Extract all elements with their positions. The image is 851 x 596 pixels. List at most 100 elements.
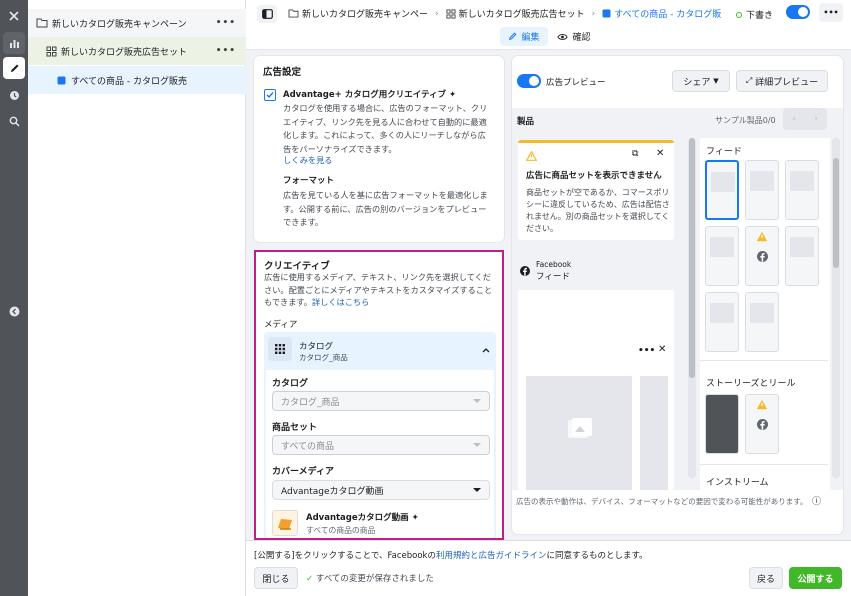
fb-label-text: Facebook	[536, 260, 572, 269]
pencil-icon	[509, 32, 517, 41]
format-desc: 広告を見ている人を基に広告フォーマットを最適化します。公開する前に、広告の別のバ…	[283, 190, 488, 227]
creative-learn-more-link[interactable]: 詳しくはこちら	[312, 297, 369, 307]
caret-down-icon: ▼	[713, 77, 719, 85]
draft-status-icon	[736, 11, 742, 18]
close-button[interactable]: 閉じる	[254, 567, 298, 589]
check-icon: ✓	[306, 574, 314, 584]
placement-thumb-feed-8[interactable]	[745, 292, 779, 352]
status-toggle[interactable]	[786, 5, 810, 19]
creative-desc: 広告に使用するメディア、テキスト、リンク先を選択してください。配置ごとにメディア…	[264, 271, 496, 309]
breadcrumb-campaign[interactable]: 新しいカタログ販売キャンペー	[302, 7, 428, 20]
breadcrumb: 新しいカタログ販売キャンペー › 新しいカタログ販売広告セット › すべての商品…	[288, 7, 721, 20]
chevron-right-icon: ›	[591, 8, 596, 19]
more-options-icon[interactable]: •••	[638, 346, 655, 356]
placement-thumb-stories-1[interactable]	[705, 394, 739, 454]
right-scrollbar[interactable]	[832, 138, 840, 478]
close-icon[interactable]: ✕	[656, 148, 664, 159]
more-options-icon[interactable]: •••	[216, 18, 236, 28]
save-status: ✓ すべての変更が保存されました	[306, 572, 434, 584]
more-options-icon[interactable]: •••	[216, 46, 236, 56]
breadcrumb-adset[interactable]: 新しいカタログ販売広告セット	[459, 7, 585, 20]
placement-list: フィード ストーリーズとリール インストリーム	[700, 138, 830, 490]
close-icon[interactable]	[3, 5, 25, 27]
eye-icon	[557, 33, 569, 40]
preview-toggle-label: 広告プレビュー	[546, 78, 606, 88]
placement-thumb-feed-5[interactable]	[745, 226, 779, 286]
campaign-tree: 新しいカタログ販売キャンペーン ••• 新しいカタログ販売広告セット ••• す…	[28, 0, 246, 596]
error-card: ⧉ ✕ 広告に商品セットを表示できません 商品セットが空であるか、コマースポリシ…	[518, 140, 674, 240]
cover-media-value: Advantageカタログ動画	[281, 486, 384, 497]
placement-thumb-feed-1[interactable]	[705, 160, 739, 220]
more-options-button[interactable]: •••	[819, 3, 843, 22]
folder-icon	[36, 18, 48, 28]
search-zoom-icon[interactable]	[3, 110, 25, 132]
ad-settings-card: 広告設定 Advantage+ カタログ用クリエイティブ ✦ カタログを使用する…	[254, 56, 504, 242]
tree-label-adset: 新しいカタログ販売広告セット	[61, 47, 188, 58]
terms-prefix: [公開する]をクリックすることで、Facebookの	[254, 551, 436, 561]
product-set-value: すべての商品	[281, 441, 335, 452]
creative-heading: クリエイティブ	[264, 261, 330, 272]
tree-label-ad: すべての商品 - カタログ販売	[71, 76, 187, 87]
catalog-select[interactable]: カタログ_商品	[272, 391, 490, 411]
placement-thumb-feed-6[interactable]	[785, 226, 819, 286]
fb-feed-text: フィード	[536, 272, 570, 282]
detail-preview-button[interactable]: ⤢ 詳細プレビュー	[736, 70, 828, 92]
tree-item-ad[interactable]: すべての商品 - カタログ販売	[28, 66, 246, 94]
advantage-title-text: Advantage+ カタログ用クリエイティブ	[283, 90, 447, 100]
info-icon[interactable]: ⓘ	[812, 494, 821, 507]
product-set-select[interactable]: すべての商品	[272, 435, 490, 455]
placement-thumb-feed-3[interactable]	[785, 160, 819, 220]
status-badge: 下書き	[736, 8, 773, 21]
share-button[interactable]: シェア ▼	[672, 70, 730, 92]
collapse-icon[interactable]	[3, 300, 25, 322]
learn-more-link[interactable]: しくみを見る	[283, 154, 332, 166]
publish-label: 公開する	[797, 574, 834, 585]
panel-toggle-icon[interactable]	[257, 5, 277, 23]
catalog-grid-icon	[268, 337, 292, 361]
preview-footer-note: 広告の表示や動作は、デバイス、フォーマットなどの要因で変わる可能性があります。	[516, 497, 808, 506]
terms-link[interactable]: 利用規約と広告ガイドライン	[436, 551, 547, 561]
products-label: 製品	[517, 117, 535, 127]
back-button[interactable]: 戻る	[749, 567, 783, 589]
ad-icon	[57, 76, 66, 84]
sample-pager: ‹ ›	[783, 108, 827, 130]
bottom-bar: [公開する]をクリックすることで、Facebookの利用規約と広告ガイドラインに…	[246, 540, 851, 596]
edit-pencil-icon[interactable]	[3, 57, 25, 79]
placement-thumb-feed-4[interactable]	[705, 226, 739, 286]
cover-media-select[interactable]: Advantageカタログ動画	[272, 480, 490, 500]
stories-section-title: ストーリーズとリール	[706, 379, 796, 389]
chevron-up-icon[interactable]	[482, 347, 490, 353]
media-body: カタログ カタログ_商品 商品セット すべての商品 カバーメディア Advant…	[266, 370, 494, 538]
media-subtitle: カタログ_商品	[299, 353, 348, 362]
facebook-icon	[520, 266, 530, 276]
breadcrumb-ad[interactable]: すべての商品 - カタログ販	[614, 7, 721, 20]
close-icon[interactable]: ✕	[658, 344, 666, 355]
tree-item-adset[interactable]: 新しいカタログ販売広告セット •••	[28, 37, 246, 65]
image-placeholder-icon	[568, 418, 592, 438]
publish-button[interactable]: 公開する	[789, 567, 842, 589]
advantage-checkbox[interactable]	[264, 89, 276, 101]
tab-edit-label: 編集	[521, 33, 540, 43]
placement-thumb-feed-7[interactable]	[705, 292, 739, 352]
folder-icon	[288, 9, 299, 18]
chevron-left-icon[interactable]: ‹	[783, 108, 805, 130]
placement-thumb-stories-2[interactable]	[745, 394, 779, 454]
chevron-right-icon[interactable]: ›	[805, 108, 827, 130]
clock-icon[interactable]	[3, 84, 25, 106]
preview-toggle[interactable]	[517, 74, 541, 88]
error-title: 広告に商品セットを表示できません	[526, 171, 662, 181]
chart-icon[interactable]	[3, 32, 25, 54]
left-scrollbar[interactable]	[688, 138, 696, 478]
format-title: フォーマット	[283, 176, 335, 186]
left-rail	[0, 0, 28, 596]
tab-review[interactable]: 確認	[554, 27, 594, 46]
divider	[700, 464, 828, 465]
placement-thumb-feed-2[interactable]	[745, 160, 779, 220]
sample-counter: サンプル製品0/0	[715, 116, 776, 125]
tree-item-campaign[interactable]: 新しいカタログ販売キャンペーン •••	[28, 9, 246, 37]
media-header[interactable]: カタログ カタログ_商品	[264, 332, 496, 368]
facebook-icon	[757, 251, 768, 262]
comment-icon[interactable]: ⧉	[632, 149, 638, 159]
tab-edit[interactable]: 編集	[500, 27, 548, 46]
catalog-label: カタログ	[272, 379, 309, 389]
